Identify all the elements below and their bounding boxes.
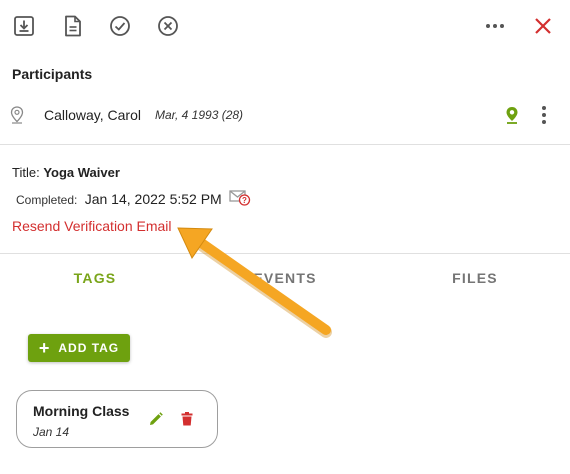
tag-name: Morning Class xyxy=(33,403,130,419)
edit-icon[interactable] xyxy=(149,412,163,431)
participant-dob: Mar, 4 1993 (28) xyxy=(155,108,244,122)
location-pin-icon xyxy=(10,106,24,129)
check-circle-icon[interactable] xyxy=(108,14,132,38)
resend-verification-link[interactable]: Resend Verification Email xyxy=(12,218,172,234)
toolbar xyxy=(0,0,570,52)
more-horizontal-icon[interactable] xyxy=(483,14,507,38)
tab-events[interactable]: EVENTS xyxy=(190,254,380,302)
download-icon[interactable] xyxy=(12,14,36,38)
more-vertical-icon[interactable] xyxy=(541,105,547,130)
waiver-completed: Completed: Jan 14, 2022 5:52 PM xyxy=(16,191,222,207)
participants-heading: Participants xyxy=(12,66,93,82)
tag-card[interactable]: Morning Class Jan 14 xyxy=(16,390,218,448)
tag-date: Jan 14 xyxy=(33,425,70,439)
close-icon[interactable] xyxy=(531,14,555,38)
tab-tags[interactable]: TAGS xyxy=(0,254,190,302)
add-tag-label: ADD TAG xyxy=(58,341,120,355)
svg-text:?: ? xyxy=(242,196,247,205)
waiver-title-value: Yoga Waiver xyxy=(43,165,120,180)
waiver-title: Title: Yoga Waiver xyxy=(12,165,120,180)
waiver-title-label: Title: xyxy=(12,165,40,180)
add-tag-button[interactable]: + ADD TAG xyxy=(28,334,130,362)
location-marker-icon[interactable] xyxy=(505,106,519,129)
tab-files[interactable]: FILES xyxy=(380,254,570,302)
participant-row[interactable]: Calloway, Carol Mar, 4 1993 (28) xyxy=(0,98,570,132)
participant-name: Calloway, Carol xyxy=(44,107,141,123)
cancel-circle-icon[interactable] xyxy=(156,14,180,38)
completed-label: Completed: xyxy=(16,193,78,207)
email-unverified-icon: ? xyxy=(229,190,251,211)
completed-value: Jan 14, 2022 5:52 PM xyxy=(84,191,222,207)
divider xyxy=(0,144,570,145)
tab-bar: TAGS EVENTS FILES xyxy=(0,254,570,302)
document-icon[interactable] xyxy=(61,14,85,38)
plus-icon: + xyxy=(38,338,51,358)
delete-icon[interactable] xyxy=(181,412,193,431)
